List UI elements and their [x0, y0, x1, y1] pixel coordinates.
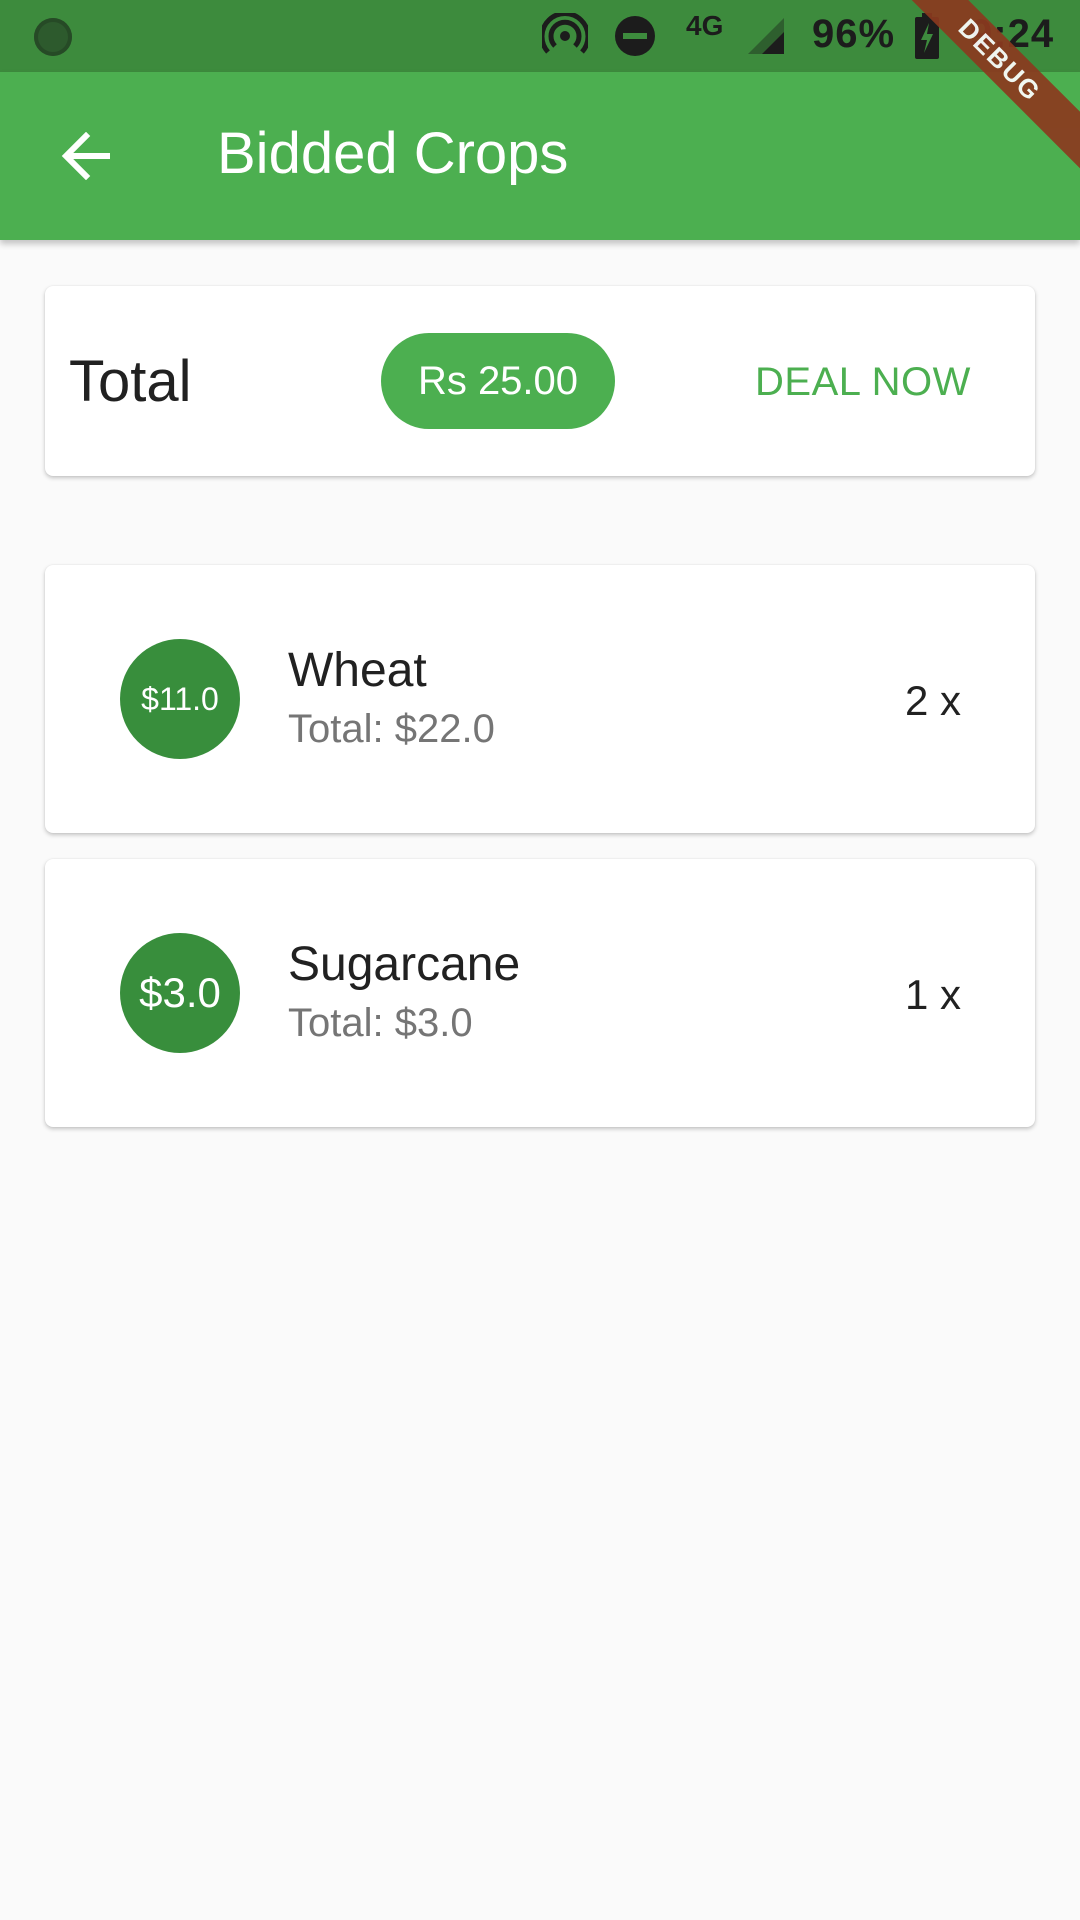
- crop-subtotal: Total: $3.0: [288, 1001, 473, 1045]
- crop-name: Wheat: [288, 644, 427, 697]
- back-button[interactable]: [40, 110, 132, 202]
- price-avatar: $11.0: [120, 639, 240, 759]
- crop-quantity: 2 x: [904, 677, 961, 724]
- crop-quantity: 1 x: [904, 971, 961, 1018]
- arrow-back-icon: [61, 132, 110, 180]
- hotspot-icon: [540, 13, 590, 58]
- status-bar: 4G 96% 9:24: [0, 0, 1080, 72]
- total-card: Total Rs 25.00 DEAL NOW: [45, 286, 1035, 476]
- crop-item-card[interactable]: $3.0 Sugarcane Total: $3.0 1 x: [45, 859, 1035, 1127]
- do-not-disturb-icon: [612, 14, 658, 58]
- app-bar: Bidded Crops: [0, 72, 1080, 240]
- crop-item-card[interactable]: $11.0 Wheat Total: $22.0 2 x: [45, 565, 1035, 833]
- total-amount-chip: Rs 25.00: [381, 333, 615, 429]
- deal-now-button[interactable]: DEAL NOW: [745, 344, 981, 420]
- notification-icon: [34, 18, 72, 56]
- page-title: Bidded Crops: [217, 121, 569, 186]
- network-type: 4G: [686, 10, 724, 41]
- total-label: Total: [69, 349, 192, 414]
- signal-icon: [744, 14, 788, 58]
- crop-name: Sugarcane: [288, 938, 521, 991]
- price-avatar: $3.0: [120, 933, 240, 1053]
- battery-percent: 96%: [812, 12, 896, 56]
- crop-subtotal: Total: $22.0: [288, 707, 495, 751]
